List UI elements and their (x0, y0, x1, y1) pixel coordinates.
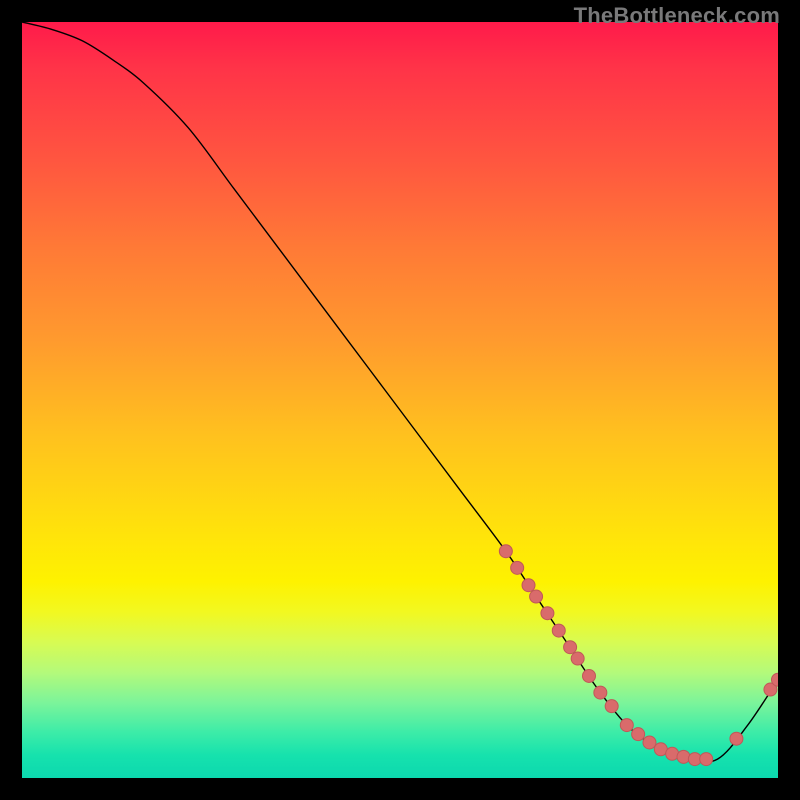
chart-stage: TheBottleneck.com (0, 0, 800, 800)
data-point (632, 728, 645, 741)
data-point (730, 732, 743, 745)
data-point (643, 736, 656, 749)
data-point (677, 750, 690, 763)
plot-area (22, 22, 778, 778)
bottleneck-curve (22, 22, 778, 762)
data-point (700, 753, 713, 766)
data-point (552, 624, 565, 637)
scatter-points (499, 545, 778, 766)
data-point (530, 590, 543, 603)
data-point (620, 719, 633, 732)
attribution-label: TheBottleneck.com (574, 3, 780, 29)
data-point (522, 579, 535, 592)
data-point (499, 545, 512, 558)
data-point (541, 607, 554, 620)
data-point (511, 561, 524, 574)
data-point (583, 669, 596, 682)
chart-svg (22, 22, 778, 778)
data-point (605, 700, 618, 713)
data-point (594, 686, 607, 699)
data-point (564, 641, 577, 654)
data-point (571, 652, 584, 665)
